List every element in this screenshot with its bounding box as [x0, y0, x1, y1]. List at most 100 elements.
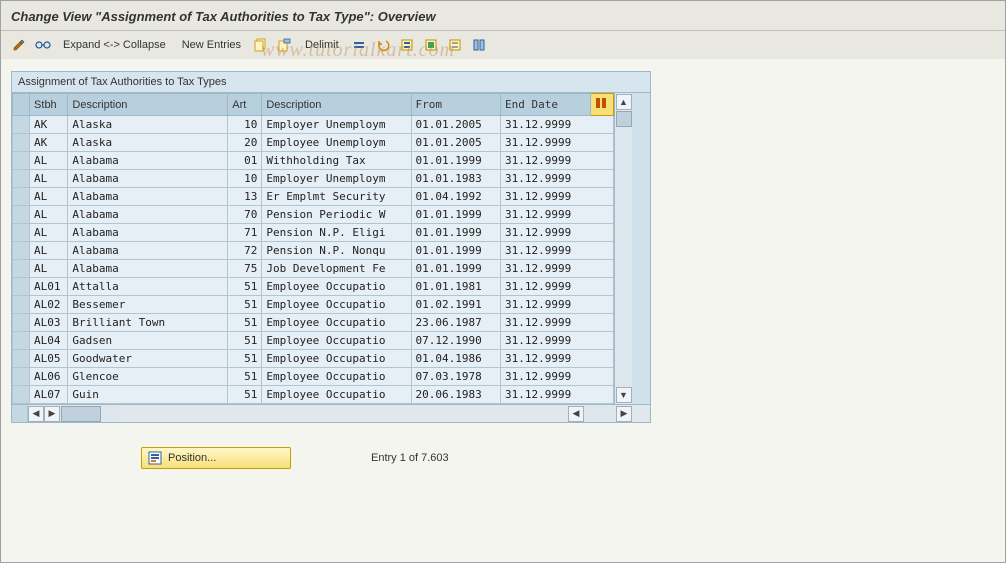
cell-desc1[interactable]: Bessemer — [68, 296, 228, 314]
cell-stbh[interactable]: AL01 — [30, 278, 68, 296]
cell-from[interactable]: 01.01.1999 — [411, 224, 501, 242]
delimit-link[interactable]: Delimit — [299, 37, 345, 53]
cell-from[interactable]: 01.04.1992 — [411, 188, 501, 206]
cell-end[interactable]: 31.12.9999 — [501, 278, 614, 296]
table-row[interactable]: AL06Glencoe51Employee Occupatio07.03.197… — [13, 368, 614, 386]
cell-desc2[interactable]: Pension N.P. Nonqu — [262, 242, 411, 260]
cell-desc1[interactable]: Alaska — [68, 134, 228, 152]
cell-art[interactable]: 70 — [228, 206, 262, 224]
row-selector[interactable] — [13, 152, 30, 170]
col-desc1[interactable]: Description — [68, 94, 228, 116]
table-row[interactable]: AKAlaska10Employer Unemploym01.01.200531… — [13, 116, 614, 134]
cell-art[interactable]: 20 — [228, 134, 262, 152]
cell-from[interactable]: 01.01.1999 — [411, 242, 501, 260]
cell-end[interactable]: 31.12.9999 — [501, 116, 614, 134]
scroll-thumb[interactable] — [616, 111, 632, 127]
position-button[interactable]: Position... — [141, 447, 291, 469]
col-end[interactable]: End Date — [501, 94, 591, 116]
cell-end[interactable]: 31.12.9999 — [501, 386, 614, 404]
cell-end[interactable]: 31.12.9999 — [501, 332, 614, 350]
cell-desc2[interactable]: Employee Occupatio — [262, 332, 411, 350]
cell-end[interactable]: 31.12.9999 — [501, 296, 614, 314]
row-selector[interactable] — [13, 170, 30, 188]
cell-art[interactable]: 51 — [228, 332, 262, 350]
table-row[interactable]: ALAlabama75Job Development Fe01.01.19993… — [13, 260, 614, 278]
cell-from[interactable]: 07.12.1990 — [411, 332, 501, 350]
field-copy-icon[interactable] — [275, 35, 295, 55]
table-row[interactable]: ALAlabama72Pension N.P. Nonqu01.01.19993… — [13, 242, 614, 260]
cell-desc1[interactable]: Guin — [68, 386, 228, 404]
cell-desc2[interactable]: Pension Periodic W — [262, 206, 411, 224]
cell-desc2[interactable]: Employer Unemploym — [262, 170, 411, 188]
cell-from[interactable]: 01.01.1999 — [411, 260, 501, 278]
cell-art[interactable]: 51 — [228, 350, 262, 368]
cell-stbh[interactable]: AL — [30, 188, 68, 206]
cell-from[interactable]: 01.01.2005 — [411, 134, 501, 152]
row-selector[interactable] — [13, 278, 30, 296]
cell-stbh[interactable]: AL — [30, 260, 68, 278]
cell-art[interactable]: 10 — [228, 170, 262, 188]
cell-desc1[interactable]: Alaska — [68, 116, 228, 134]
row-selector[interactable] — [13, 296, 30, 314]
cell-desc1[interactable]: Goodwater — [68, 350, 228, 368]
hscroll-thumb-1[interactable] — [61, 406, 101, 422]
cell-desc1[interactable]: Alabama — [68, 224, 228, 242]
hscroll-right-1-icon[interactable]: ▶ — [44, 406, 60, 422]
cell-stbh[interactable]: AL04 — [30, 332, 68, 350]
cell-from[interactable]: 01.01.1981 — [411, 278, 501, 296]
cell-desc1[interactable]: Gadsen — [68, 332, 228, 350]
cell-desc2[interactable]: Employee Occupatio — [262, 386, 411, 404]
undo-icon[interactable] — [373, 35, 393, 55]
table-row[interactable]: ALAlabama70Pension Periodic W01.01.19993… — [13, 206, 614, 224]
cell-stbh[interactable]: AL — [30, 242, 68, 260]
cell-stbh[interactable]: AL — [30, 224, 68, 242]
cell-art[interactable]: 51 — [228, 296, 262, 314]
row-selector[interactable] — [13, 350, 30, 368]
col-art[interactable]: Art — [228, 94, 262, 116]
cell-art[interactable]: 75 — [228, 260, 262, 278]
cell-art[interactable]: 51 — [228, 368, 262, 386]
cell-stbh[interactable]: AL02 — [30, 296, 68, 314]
cell-from[interactable]: 20.06.1983 — [411, 386, 501, 404]
cell-desc2[interactable]: Job Development Fe — [262, 260, 411, 278]
table-row[interactable]: AKAlaska20Employee Unemploym01.01.200531… — [13, 134, 614, 152]
cell-desc2[interactable]: Employee Occupatio — [262, 296, 411, 314]
cell-desc1[interactable]: Alabama — [68, 206, 228, 224]
cell-end[interactable]: 31.12.9999 — [501, 314, 614, 332]
table-row[interactable]: AL02Bessemer51Employee Occupatio01.02.19… — [13, 296, 614, 314]
scroll-track[interactable] — [616, 111, 632, 386]
deselect-all-icon[interactable] — [445, 35, 465, 55]
cell-end[interactable]: 31.12.9999 — [501, 188, 614, 206]
cell-desc1[interactable]: Glencoe — [68, 368, 228, 386]
table-row[interactable]: ALAlabama01Withholding Tax01.01.199931.1… — [13, 152, 614, 170]
hscroll-right-2-icon[interactable]: ▶ — [616, 406, 632, 422]
cell-stbh[interactable]: AK — [30, 134, 68, 152]
col-stbh[interactable]: Stbh — [30, 94, 68, 116]
cell-stbh[interactable]: AL — [30, 170, 68, 188]
cell-art[interactable]: 51 — [228, 314, 262, 332]
scroll-down-icon[interactable]: ▼ — [616, 387, 632, 403]
cell-desc1[interactable]: Alabama — [68, 152, 228, 170]
cell-from[interactable]: 01.04.1986 — [411, 350, 501, 368]
table-row[interactable]: AL01Attalla51Employee Occupatio01.01.198… — [13, 278, 614, 296]
row-selector[interactable] — [13, 188, 30, 206]
cell-stbh[interactable]: AL — [30, 206, 68, 224]
cell-stbh[interactable]: AL03 — [30, 314, 68, 332]
cell-from[interactable]: 01.01.1999 — [411, 206, 501, 224]
cell-stbh[interactable]: AL06 — [30, 368, 68, 386]
cell-desc1[interactable]: Alabama — [68, 242, 228, 260]
cell-from[interactable]: 01.02.1991 — [411, 296, 501, 314]
cell-end[interactable]: 31.12.9999 — [501, 242, 614, 260]
hscroll-left-1-icon[interactable]: ◀ — [28, 406, 44, 422]
cell-end[interactable]: 31.12.9999 — [501, 170, 614, 188]
cell-desc1[interactable]: Attalla — [68, 278, 228, 296]
cell-from[interactable]: 01.01.2005 — [411, 116, 501, 134]
table-row[interactable]: AL05Goodwater51Employee Occupatio01.04.1… — [13, 350, 614, 368]
table-row[interactable]: AL04Gadsen51Employee Occupatio07.12.1990… — [13, 332, 614, 350]
cell-desc1[interactable]: Brilliant Town — [68, 314, 228, 332]
row-selector[interactable] — [13, 242, 30, 260]
cell-end[interactable]: 31.12.9999 — [501, 152, 614, 170]
vertical-scrollbar[interactable]: ▲ ▼ — [614, 93, 632, 404]
row-selector[interactable] — [13, 368, 30, 386]
col-selector[interactable] — [13, 94, 30, 116]
